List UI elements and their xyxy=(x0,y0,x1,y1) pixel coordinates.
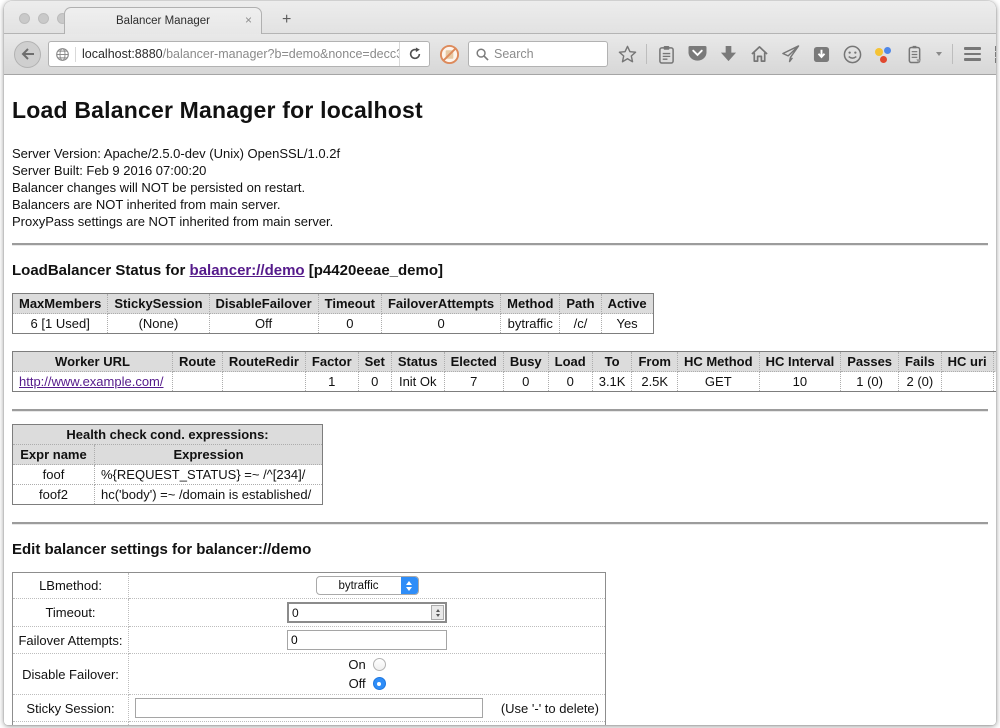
add-worker-label: Add New Worker: xyxy=(13,722,129,726)
radio-on-label: On xyxy=(348,657,365,672)
tab-balancer-manager[interactable]: Balancer Manager × xyxy=(64,7,262,34)
table-header-row: MaxMembers StickySession DisableFailover… xyxy=(13,294,654,314)
palette-extension-icon[interactable] xyxy=(871,42,895,66)
send-tab-icon[interactable] xyxy=(778,42,802,66)
lbmethod-label: LBmethod: xyxy=(13,573,129,599)
note-inherit-balancers: Balancers are NOT inherited from main se… xyxy=(12,196,988,213)
new-tab-button[interactable]: + xyxy=(282,13,291,27)
note-inherit-proxypass: ProxyPass settings are NOT inherited fro… xyxy=(12,213,988,230)
toolbar-separator xyxy=(952,44,953,64)
table-row: 6 [1 Used] (None) Off 0 0 bytraffic /c/ … xyxy=(13,314,654,334)
timeout-input[interactable]: 0 xyxy=(287,602,447,623)
balancer-status-table: MaxMembers StickySession DisableFailover… xyxy=(12,293,654,334)
number-spinner-icon[interactable] xyxy=(431,605,444,620)
disable-failover-label: Disable Failover: xyxy=(13,654,129,695)
divider xyxy=(12,522,988,525)
tab-title: Balancer Manager xyxy=(116,15,210,27)
downloads-icon[interactable] xyxy=(716,42,740,66)
blocked-content-icon[interactable] xyxy=(437,42,461,66)
status-heading: LoadBalancer Status for balancer://demo … xyxy=(12,262,988,279)
overflow-caret-icon[interactable] xyxy=(933,42,945,66)
menu-hamburger-icon[interactable] xyxy=(960,42,984,66)
table-header-row: Expr name Expression xyxy=(13,445,323,465)
radio-on[interactable] xyxy=(373,658,386,671)
lbmethod-row: LBmethod: bytraffic xyxy=(13,573,606,599)
failover-attempts-row: Failover Attempts: xyxy=(13,627,606,654)
server-built: Server Built: Feb 9 2016 07:00:20 xyxy=(12,162,988,179)
grid-icon[interactable] xyxy=(991,42,996,66)
tab-close-icon[interactable]: × xyxy=(245,14,252,26)
radio-off-label: Off xyxy=(349,676,366,691)
timeout-label: Timeout: xyxy=(13,599,129,627)
reload-icon xyxy=(408,47,422,61)
globe-icon xyxy=(49,47,76,62)
disable-failover-row: Disable Failover: On Off xyxy=(13,654,606,695)
toolbar-separator xyxy=(646,44,647,64)
divider xyxy=(12,409,988,412)
balancer-demo-link[interactable]: balancer://demo xyxy=(190,262,305,279)
window-minimize-button[interactable] xyxy=(38,13,49,24)
worker-url-link[interactable]: http://www.example.com/ xyxy=(19,374,164,389)
divider xyxy=(12,243,988,246)
back-button[interactable] xyxy=(14,41,41,68)
table-row: foof %{REQUEST_STATUS} =~ /^[234]/ xyxy=(13,465,323,485)
save-page-icon[interactable] xyxy=(809,42,833,66)
url-bar[interactable]: localhost:8880/balancer-manager?b=demo&n… xyxy=(48,41,430,67)
navigation-toolbar: localhost:8880/balancer-manager?b=demo&n… xyxy=(4,34,996,75)
battery-extension-icon[interactable] xyxy=(902,42,926,66)
add-worker-row: Add New Worker: Are you sure? xyxy=(13,722,606,726)
table-title-row: Health check cond. expressions: xyxy=(13,425,323,445)
server-version: Server Version: Apache/2.5.0-dev (Unix) … xyxy=(12,145,988,162)
edit-settings-heading: Edit balancer settings for balancer://de… xyxy=(12,541,988,558)
search-icon xyxy=(476,48,489,61)
window-close-button[interactable] xyxy=(19,13,30,24)
radio-off[interactable] xyxy=(373,677,386,690)
window-controls xyxy=(19,13,68,24)
worker-status-table: Worker URL Route RouteRedir Factor Set S… xyxy=(12,351,996,392)
home-icon[interactable] xyxy=(747,42,771,66)
sticky-session-row: Sticky Session: (Use '-' to delete) xyxy=(13,695,606,722)
search-input[interactable]: Search xyxy=(468,41,608,67)
sticky-session-input[interactable] xyxy=(135,698,483,718)
sticky-session-hint: (Use '-' to delete) xyxy=(501,701,599,716)
browser-window: Balancer Manager × + localhost:8880/bala… xyxy=(4,1,996,725)
failover-attempts-input[interactable] xyxy=(287,630,447,650)
sticky-session-label: Sticky Session: xyxy=(13,695,129,722)
page-title: Load Balancer Manager for localhost xyxy=(12,75,988,145)
table-row: foof2 hc('body') =~ /domain is establish… xyxy=(13,485,323,505)
url-text[interactable]: localhost:8880/balancer-manager?b=demo&n… xyxy=(76,47,399,61)
back-arrow-icon xyxy=(21,48,35,60)
failover-attempts-label: Failover Attempts: xyxy=(13,627,129,654)
feedback-smiley-icon[interactable] xyxy=(840,42,864,66)
clipboard-icon[interactable] xyxy=(654,42,678,66)
page-content: Load Balancer Manager for localhost Serv… xyxy=(4,75,996,725)
reload-button[interactable] xyxy=(399,42,429,66)
tab-bar: Balancer Manager × + xyxy=(4,1,996,34)
health-check-table: Health check cond. expressions: Expr nam… xyxy=(12,424,323,505)
worker-row: http://www.example.com/ 1 0 Init Ok 7 0 … xyxy=(13,372,997,392)
timeout-row: Timeout: 0 xyxy=(13,599,606,627)
select-stepper-icon xyxy=(401,577,418,594)
bookmark-star-icon[interactable] xyxy=(615,42,639,66)
pocket-icon[interactable] xyxy=(685,42,709,66)
lbmethod-select[interactable]: bytraffic xyxy=(316,576,419,595)
search-placeholder: Search xyxy=(494,47,534,61)
balancer-settings-form: LBmethod: bytraffic Timeout: 0 xyxy=(12,572,606,725)
table-header-row: Worker URL Route RouteRedir Factor Set S… xyxy=(13,352,997,372)
note-persist: Balancer changes will NOT be persisted o… xyxy=(12,179,988,196)
